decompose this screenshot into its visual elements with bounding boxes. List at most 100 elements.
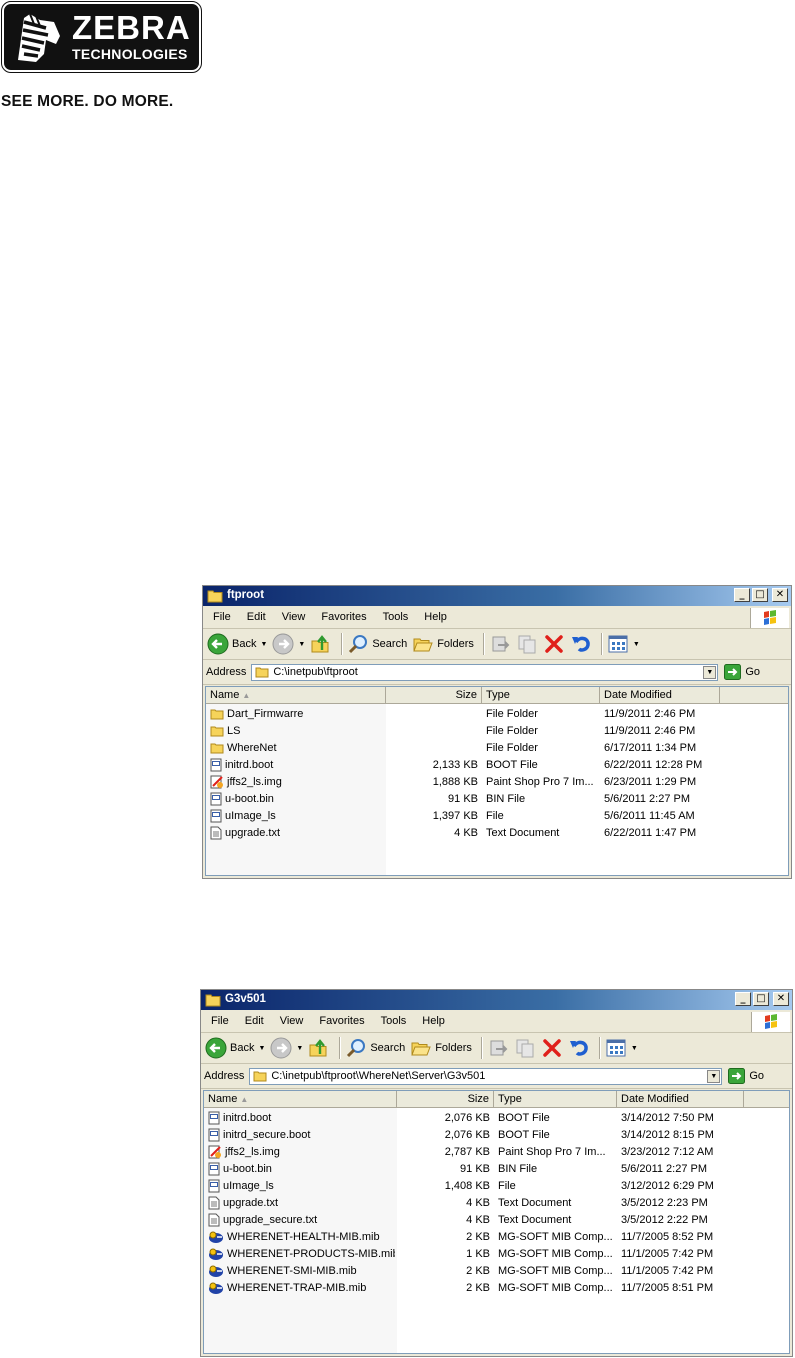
file-size: 2,076 KB bbox=[444, 1111, 490, 1124]
delete-button[interactable] bbox=[543, 633, 565, 655]
chevron-down-icon[interactable]: ▼ bbox=[631, 1045, 638, 1052]
menu-item-edit[interactable]: Edit bbox=[239, 611, 274, 623]
zebra-head-icon bbox=[10, 10, 66, 66]
move-to-button[interactable] bbox=[489, 633, 511, 655]
back-button[interactable]: Back ▼ bbox=[207, 633, 267, 655]
file-type: Text Document bbox=[486, 826, 560, 839]
close-button[interactable]: ✕ bbox=[772, 588, 788, 602]
file-date-modified: 5/6/2011 2:27 PM bbox=[621, 1162, 708, 1175]
file-row[interactable]: Dart_Firmwarre File Folder 11/9/2011 2:46 … bbox=[206, 705, 788, 722]
column-header-name[interactable]: Name ▲ bbox=[204, 1091, 397, 1107]
delete-icon bbox=[545, 635, 563, 653]
file-row[interactable]: u-boot.bin 91 KB BIN File 5/6/2011 2:27 PM bbox=[204, 1160, 789, 1177]
chevron-down-icon[interactable]: ▼ bbox=[258, 1045, 265, 1052]
file-row[interactable]: u-boot.bin 91 KB BIN File 5/6/2011 2:27 PM bbox=[206, 790, 788, 807]
file-type: Text Document bbox=[498, 1213, 572, 1226]
maximize-button[interactable]: □ bbox=[752, 588, 768, 602]
file-row[interactable]: jffs2_ls.img 2,787 KB Paint Shop Pro 7 Im.… bbox=[204, 1143, 789, 1160]
views-button[interactable]: ▼ bbox=[605, 1037, 638, 1059]
address-input[interactable]: C:\inetpub\ftproot\WhereNet\Server\G3v50… bbox=[249, 1067, 723, 1085]
column-header-size[interactable]: Size bbox=[397, 1091, 494, 1107]
column-header-name[interactable]: Name ▲ bbox=[206, 687, 386, 703]
forward-button[interactable]: ▼ bbox=[272, 633, 305, 655]
back-label: Back bbox=[232, 638, 257, 650]
address-input[interactable]: C:\inetpub\ftproot ▼ bbox=[251, 663, 719, 681]
file-name: jffs2_ls.img bbox=[227, 775, 282, 788]
delete-icon bbox=[543, 1039, 561, 1057]
column-header-type[interactable]: Type bbox=[482, 687, 600, 703]
go-button[interactable]: Go bbox=[728, 1068, 764, 1084]
views-button[interactable]: ▼ bbox=[607, 633, 640, 655]
back-arrow-icon bbox=[207, 633, 229, 655]
back-button[interactable]: Back ▼ bbox=[205, 1037, 265, 1059]
title-bar[interactable]: G3v501 _ □ ✕ bbox=[201, 990, 792, 1010]
file-row[interactable]: WHERENET-SMI-MIB.mib 2 KB MG-SOFT MIB Comp… bbox=[204, 1262, 789, 1279]
file-row[interactable]: upgrade.txt 4 KB Text Document 3/5/2012 2:2… bbox=[204, 1194, 789, 1211]
file-row[interactable]: WHERENET-HEALTH-MIB.mib 2 KB MG-SOFT MIB C… bbox=[204, 1228, 789, 1245]
chevron-down-icon[interactable]: ▼ bbox=[633, 641, 640, 648]
file-row[interactable]: initrd_secure.boot 2,076 KB BOOT File 3/14/… bbox=[204, 1126, 789, 1143]
column-header-size[interactable]: Size bbox=[386, 687, 482, 703]
chevron-down-icon[interactable]: ▼ bbox=[296, 1045, 303, 1052]
close-button[interactable]: ✕ bbox=[773, 992, 789, 1006]
address-label: Address bbox=[206, 666, 247, 678]
folder-icon bbox=[207, 590, 223, 603]
chevron-down-icon[interactable]: ▼ bbox=[707, 1069, 721, 1083]
file-name: initrd.boot bbox=[225, 758, 274, 771]
menu-item-file[interactable]: File bbox=[203, 1015, 237, 1027]
title-bar[interactable]: ftproot _ □ ✕ bbox=[203, 586, 791, 606]
file-row[interactable]: uImage_ls 1,408 KB File 3/12/2012 6:29 PM bbox=[204, 1177, 789, 1194]
menu-item-favorites[interactable]: Favorites bbox=[313, 611, 374, 623]
forward-button[interactable]: ▼ bbox=[270, 1037, 303, 1059]
file-row[interactable]: uImage_ls 1,397 KB File 5/6/2011 11:45 AM bbox=[206, 807, 788, 824]
undo-button[interactable] bbox=[568, 1037, 590, 1059]
file-row[interactable]: LS File Folder 11/9/2011 2:46 PM bbox=[206, 722, 788, 739]
file-rows: initrd.boot 2,076 KB BOOT File 3/14/2012 7:… bbox=[204, 1109, 789, 1296]
folders-button[interactable]: Folders bbox=[410, 1037, 472, 1059]
file-type: BOOT File bbox=[498, 1128, 550, 1141]
menu-item-tools[interactable]: Tools bbox=[375, 611, 417, 623]
delete-button[interactable] bbox=[541, 1037, 563, 1059]
file-row[interactable]: WhereNet File Folder 6/17/2011 1:34 PM bbox=[206, 739, 788, 756]
file-row[interactable]: initrd.boot 2,133 KB BOOT File 6/22/2011 12… bbox=[206, 756, 788, 773]
undo-button[interactable] bbox=[570, 633, 592, 655]
chevron-down-icon[interactable]: ▼ bbox=[298, 641, 305, 648]
search-icon bbox=[349, 635, 368, 654]
move-to-button[interactable] bbox=[487, 1037, 509, 1059]
go-button[interactable]: Go bbox=[724, 664, 760, 680]
column-header-row: Name ▲ Size Type Date Modified bbox=[204, 1091, 789, 1108]
logo-subtitle: TECHNOLOGIES bbox=[72, 46, 188, 62]
copy-to-button[interactable] bbox=[514, 1037, 536, 1059]
chevron-down-icon[interactable]: ▼ bbox=[260, 641, 267, 648]
search-button[interactable]: Search bbox=[347, 633, 407, 655]
menu-item-help[interactable]: Help bbox=[416, 611, 455, 623]
file-row[interactable]: WHERENET-TRAP-MIB.mib 2 KB MG-SOFT MIB Com… bbox=[204, 1279, 789, 1296]
file-row[interactable]: jffs2_ls.img 1,888 KB Paint Shop Pro 7 Im.… bbox=[206, 773, 788, 790]
minimize-button[interactable]: _ bbox=[735, 992, 751, 1006]
menu-item-favorites[interactable]: Favorites bbox=[311, 1015, 372, 1027]
folders-button[interactable]: Folders bbox=[412, 633, 474, 655]
copy-to-button[interactable] bbox=[516, 633, 538, 655]
file-row[interactable]: upgrade.txt 4 KB Text Document 6/22/2011 1:… bbox=[206, 824, 788, 841]
file-row[interactable]: upgrade_secure.txt 4 KB Text Document 3/5/2… bbox=[204, 1211, 789, 1228]
up-folder-button[interactable] bbox=[310, 633, 332, 655]
file-date-modified: 3/23/2012 7:12 AM bbox=[621, 1145, 714, 1158]
file-row[interactable]: initrd.boot 2,076 KB BOOT File 3/14/2012 7:… bbox=[204, 1109, 789, 1126]
minimize-button[interactable]: _ bbox=[734, 588, 750, 602]
search-label: Search bbox=[370, 1042, 406, 1054]
menu-item-view[interactable]: View bbox=[274, 611, 314, 623]
column-header-row: Name ▲ Size Type Date Modified bbox=[206, 687, 788, 704]
chevron-down-icon[interactable]: ▼ bbox=[703, 665, 717, 679]
menu-item-help[interactable]: Help bbox=[414, 1015, 453, 1027]
menu-item-file[interactable]: File bbox=[205, 611, 239, 623]
file-row[interactable]: WHERENET-PRODUCTS-MIB.mib 1 KB MG-SOFT MIB… bbox=[204, 1245, 789, 1262]
menu-item-view[interactable]: View bbox=[272, 1015, 312, 1027]
maximize-button[interactable]: □ bbox=[753, 992, 769, 1006]
search-button[interactable]: Search bbox=[345, 1037, 405, 1059]
column-header-date-modified[interactable]: Date Modified bbox=[617, 1091, 744, 1107]
column-header-type[interactable]: Type bbox=[494, 1091, 617, 1107]
menu-item-tools[interactable]: Tools bbox=[373, 1015, 415, 1027]
menu-item-edit[interactable]: Edit bbox=[237, 1015, 272, 1027]
column-header-date-modified[interactable]: Date Modified bbox=[600, 687, 720, 703]
up-folder-button[interactable] bbox=[308, 1037, 330, 1059]
